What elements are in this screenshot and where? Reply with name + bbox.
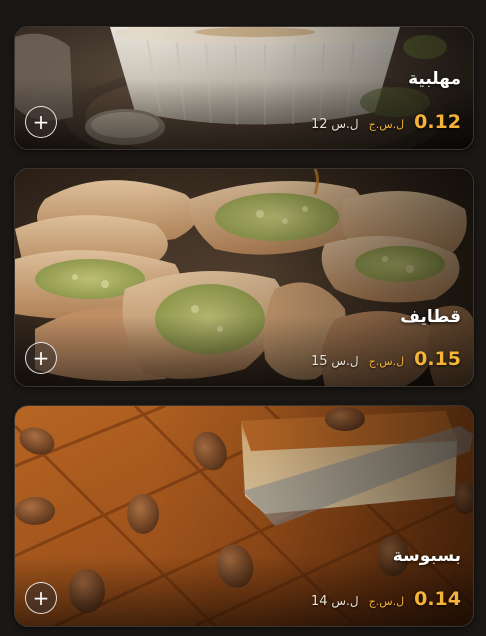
price-value: 0.12 (414, 111, 461, 133)
old-currency: ل.س (331, 117, 359, 131)
product-name: مهلبية (408, 69, 461, 89)
product-card-basbousa[interactable]: بسبوسة ل.س 14 ل.س.ج 0.14 + (14, 405, 474, 627)
old-price-value: 15 (311, 354, 328, 369)
add-to-cart-button[interactable]: + (25, 106, 57, 138)
old-price: ل.س 12 (311, 117, 359, 132)
plus-icon: + (32, 110, 50, 134)
price-currency: ل.س.ج (368, 595, 405, 608)
product-name: بسبوسة (392, 546, 461, 566)
price-value: 0.15 (414, 348, 461, 370)
add-to-cart-button[interactable]: + (25, 582, 57, 614)
price-currency: ل.س.ج (368, 355, 405, 368)
plus-icon: + (32, 586, 50, 610)
add-to-cart-button[interactable]: + (25, 342, 57, 374)
old-currency: ل.س (331, 594, 359, 608)
price-value: 0.14 (414, 588, 461, 610)
old-price-value: 14 (311, 594, 328, 609)
old-price: ل.س 15 (311, 354, 359, 369)
old-price: ل.س 14 (311, 594, 359, 609)
product-name: قطايف (400, 307, 461, 327)
product-card-mahalabia[interactable]: مهلبية ل.س 12 ل.س.ج 0.12 + (14, 26, 474, 150)
old-price-value: 12 (311, 117, 328, 132)
plus-icon: + (32, 346, 50, 370)
product-card-qatayef[interactable]: قطايف ل.س 15 ل.س.ج 0.15 + (14, 168, 474, 387)
old-currency: ل.س (331, 354, 359, 368)
price-currency: ل.س.ج (368, 118, 405, 131)
